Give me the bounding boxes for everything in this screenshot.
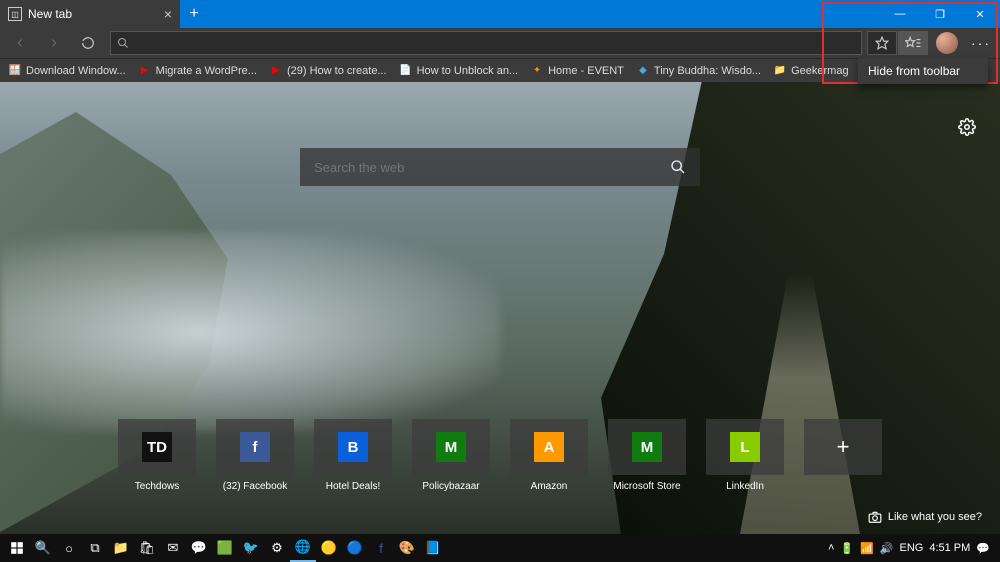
bookmark-label: Home - EVENT bbox=[548, 65, 624, 77]
bookmark-label: Geekermag bbox=[791, 65, 848, 77]
bg-clouds bbox=[0, 232, 500, 432]
task-view-icon[interactable]: ⧉ bbox=[82, 534, 108, 562]
context-menu: Hide from toolbar bbox=[858, 58, 988, 84]
quick-link-tile[interactable]: LLinkedIn bbox=[702, 419, 788, 492]
clock[interactable]: 4:51 PM bbox=[929, 542, 970, 554]
settings-icon[interactable]: ⚙ bbox=[264, 534, 290, 562]
start-button[interactable] bbox=[4, 534, 30, 562]
window-controls: — ❐ ✕ bbox=[880, 0, 1000, 28]
bookmark-item[interactable]: ◆ Tiny Buddha: Wisdo... bbox=[636, 64, 761, 78]
minimize-button[interactable]: — bbox=[880, 0, 920, 28]
toolbar: ··· bbox=[0, 28, 1000, 58]
tile-label: Hotel Deals! bbox=[326, 481, 380, 492]
quick-link-tile[interactable]: MPolicybazaar bbox=[408, 419, 494, 492]
search-icon bbox=[117, 37, 129, 49]
camera-icon bbox=[868, 510, 882, 524]
mail-icon[interactable]: ✉ bbox=[160, 534, 186, 562]
bookmark-favicon: ▶ bbox=[138, 64, 152, 78]
refresh-button[interactable] bbox=[72, 30, 104, 56]
quick-link-tile[interactable]: TDTechdows bbox=[114, 419, 200, 492]
bookmark-favicon: 📄 bbox=[399, 64, 413, 78]
close-window-button[interactable]: ✕ bbox=[960, 0, 1000, 28]
quick-link-tile[interactable]: f(32) Facebook bbox=[212, 419, 298, 492]
context-menu-item-hide[interactable]: Hide from toolbar bbox=[858, 58, 988, 84]
profile-avatar[interactable] bbox=[936, 32, 958, 54]
bookmark-item[interactable]: 📁 Geekermag bbox=[773, 64, 848, 78]
tile-label: Policybazaar bbox=[422, 481, 479, 492]
search-taskbar-icon[interactable]: 🔍 bbox=[30, 534, 56, 562]
favorites-list-button[interactable] bbox=[898, 31, 928, 55]
search-icon[interactable] bbox=[670, 159, 686, 175]
bookmark-label: Tiny Buddha: Wisdo... bbox=[654, 65, 761, 77]
bookmark-label: Migrate a WordPre... bbox=[156, 65, 257, 77]
address-bar[interactable] bbox=[110, 31, 862, 55]
cortana-icon[interactable]: ○ bbox=[56, 534, 82, 562]
bookmark-favicon: ✦ bbox=[530, 64, 544, 78]
taskbar: 🔍 ○ ⧉ 📁 🛍 ✉ 💬 🟩 🐦 ⚙ 🌐 🟡 🔵 f 🎨 📘 ˄ 🔋 📶 🔊 … bbox=[0, 534, 1000, 562]
file-explorer-icon[interactable]: 📁 bbox=[108, 534, 134, 562]
back-button[interactable] bbox=[4, 30, 36, 56]
wifi-icon[interactable]: 📶 bbox=[860, 542, 874, 555]
quick-links: TDTechdowsf(32) FacebookBHotel Deals!MPo… bbox=[114, 419, 886, 492]
tile-label: LinkedIn bbox=[726, 481, 764, 492]
tab-title: New tab bbox=[28, 7, 72, 21]
bookmark-item[interactable]: 📄 How to Unblock an... bbox=[399, 64, 519, 78]
web-search-box[interactable] bbox=[300, 148, 700, 186]
quick-link-tile[interactable]: AAmazon bbox=[506, 419, 592, 492]
add-quick-link-button[interactable]: + bbox=[800, 419, 886, 492]
maximize-button[interactable]: ❐ bbox=[920, 0, 960, 28]
bookmark-favicon: 📁 bbox=[773, 64, 787, 78]
tab-icon: ◫ bbox=[8, 7, 22, 21]
tile-label: (32) Facebook bbox=[223, 481, 287, 492]
bookmark-label: How to Unblock an... bbox=[417, 65, 519, 77]
bookmark-label: Download Window... bbox=[26, 65, 126, 77]
like-label: Like what you see? bbox=[888, 511, 982, 523]
quick-link-tile[interactable]: MMicrosoft Store bbox=[604, 419, 690, 492]
app-icon[interactable]: 🟩 bbox=[212, 534, 238, 562]
bookmark-item[interactable]: ▶ (29) How to create... bbox=[269, 64, 387, 78]
bookmark-favicon: 🪟 bbox=[8, 64, 22, 78]
app-icon[interactable]: 🐦 bbox=[238, 534, 264, 562]
bookmark-item[interactable]: 🪟 Download Window... bbox=[8, 64, 126, 78]
bookmark-item[interactable]: ▶ Migrate a WordPre... bbox=[138, 64, 257, 78]
edge-icon[interactable]: 🌐 bbox=[290, 534, 316, 562]
chrome-icon[interactable]: 🟡 bbox=[316, 534, 342, 562]
battery-icon[interactable]: 🔋 bbox=[840, 542, 854, 555]
paint-icon[interactable]: 🎨 bbox=[394, 534, 420, 562]
bookmark-favicon: ▶ bbox=[269, 64, 283, 78]
quick-link-tile[interactable]: BHotel Deals! bbox=[310, 419, 396, 492]
close-tab-icon[interactable]: × bbox=[164, 6, 172, 22]
volume-icon[interactable]: 🔊 bbox=[880, 542, 894, 555]
system-tray: ˄ 🔋 📶 🔊 ENG 4:51 PM 💬 bbox=[828, 542, 996, 555]
app-icon[interactable]: 💬 bbox=[186, 534, 212, 562]
tray-chevron-icon[interactable]: ˄ bbox=[828, 542, 834, 554]
more-menu-button[interactable]: ··· bbox=[966, 35, 996, 51]
bookmark-label: (29) How to create... bbox=[287, 65, 387, 77]
new-tab-page: TDTechdowsf(32) FacebookBHotel Deals!MPo… bbox=[0, 82, 1000, 534]
app-icon[interactable]: 📘 bbox=[420, 534, 446, 562]
titlebar: ◫ New tab × + — ❐ ✕ bbox=[0, 0, 1000, 28]
web-search-input[interactable] bbox=[314, 160, 670, 175]
action-center-icon[interactable]: 💬 bbox=[976, 542, 990, 555]
browser-tab[interactable]: ◫ New tab × bbox=[0, 0, 180, 28]
tile-label: Amazon bbox=[531, 481, 568, 492]
tile-label: Microsoft Store bbox=[613, 481, 680, 492]
page-settings-button[interactable] bbox=[958, 118, 976, 136]
facebook-icon[interactable]: f bbox=[368, 534, 394, 562]
language-indicator[interactable]: ENG bbox=[899, 542, 923, 554]
tile-label: Techdows bbox=[135, 481, 179, 492]
bookmark-favicon: ◆ bbox=[636, 64, 650, 78]
like-what-you-see[interactable]: Like what you see? bbox=[868, 510, 982, 524]
new-tab-button[interactable]: + bbox=[180, 5, 208, 23]
edge-dev-icon[interactable]: 🔵 bbox=[342, 534, 368, 562]
store-icon[interactable]: 🛍 bbox=[134, 534, 160, 562]
bookmark-item[interactable]: ✦ Home - EVENT bbox=[530, 64, 624, 78]
forward-button[interactable] bbox=[38, 30, 70, 56]
add-favorite-button[interactable] bbox=[867, 31, 897, 55]
bookmarks-bar: 🪟 Download Window... ▶ Migrate a WordPre...… bbox=[0, 58, 1000, 82]
